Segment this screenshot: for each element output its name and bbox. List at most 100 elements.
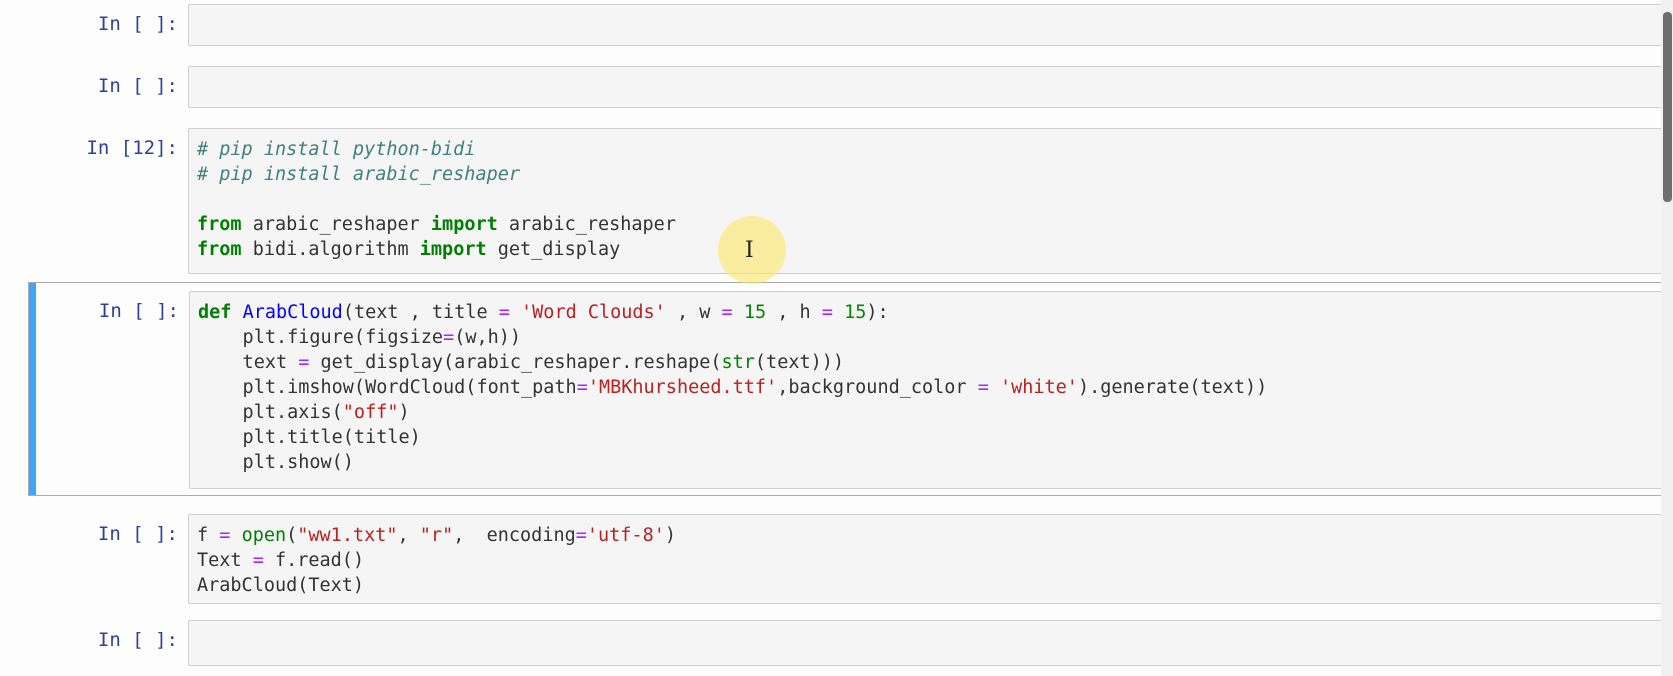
code-input-area[interactable] [188,66,1664,108]
code-editor[interactable]: def ArabCloud(text , title = 'Word Cloud… [190,292,1662,475]
code-token: def [198,302,232,323]
code-token: = [219,525,231,546]
code-cell[interactable]: In [ ]: def ArabCloud(text , title = 'Wor… [28,282,1664,496]
code-input-area[interactable] [188,4,1664,46]
code-token: 'white' [999,377,1078,398]
code-token: open [241,525,287,546]
code-line: plt.imshow(WordCloud(font_path='MBKhursh… [198,375,1662,400]
code-token: 15 [743,302,767,323]
code-token: ,background_color [777,377,978,398]
code-token: 'utf-8' [586,525,665,546]
code-token: f [197,525,220,546]
code-token: (text))) [754,352,845,373]
code-token: from [197,239,242,260]
code-token: arabic_reshaper [497,214,676,235]
code-token: f.read() [263,550,365,571]
code-token: , [397,525,420,546]
code-token: import [419,239,487,260]
code-cell[interactable]: In [ ]: [28,616,1664,676]
code-token: get_display(arabic_reshaper.reshape( [309,352,722,373]
code-token: = [443,327,455,348]
code-line: f = open("ww1.txt", "r", encoding='utf-8… [197,523,1663,548]
code-token: plt.axis( [198,402,343,423]
code-token: 'MBKhursheed.ttf' [587,377,778,398]
code-input-area[interactable]: # pip install python-bidi # pip install a… [188,128,1664,274]
code-line: plt.show() [198,450,1662,475]
code-editor[interactable]: # pip install python-bidi # pip install a… [189,129,1663,262]
code-token: # pip install python-bidi [197,139,476,160]
code-editor[interactable] [189,621,1663,629]
code-input-area[interactable] [188,620,1664,666]
code-line: text = get_display(arabic_reshaper.resha… [198,350,1662,375]
code-token: plt.title(title) [198,427,421,448]
code-token: bidi.algorithm [241,239,420,260]
code-token: ArabCloud [242,302,343,323]
code-token: = [298,352,310,373]
code-token: ).generate(text)) [1077,377,1268,398]
code-token: plt.imshow(WordCloud(font_path [198,377,577,398]
code-token: = [821,302,833,323]
code-token: = [977,377,989,398]
code-token: (text , title [342,302,499,323]
input-prompt: In [ ]: [97,75,178,97]
code-line: # pip install python-bidi [197,137,1663,162]
code-token: = [576,377,588,398]
input-prompt: In [12]: [86,137,178,159]
vertical-scrollbar[interactable] [1661,0,1673,676]
code-token: plt.show() [198,452,354,473]
code-token: 15 [844,302,867,323]
code-cell[interactable]: In [ ]: f = open("ww1.txt", "r", encoding… [28,510,1664,604]
code-line: plt.axis("off") [198,400,1662,425]
code-token: "ww1.txt" [297,525,398,546]
scrollbar-thumb[interactable] [1663,12,1672,202]
code-token: arabic_reshaper [241,214,431,235]
code-line: from arabic_reshaper import arabic_resha… [197,212,1663,237]
input-prompt: In [ ]: [98,300,179,322]
input-prompt: In [ ]: [97,13,178,35]
code-input-area[interactable]: f = open("ww1.txt", "r", encoding='utf-8… [188,514,1664,604]
code-token: get_display [486,239,621,260]
code-token: # pip install arabic_reshaper [197,164,521,185]
code-line: from bidi.algorithm import get_display [197,237,1663,262]
code-token: plt.figure(figsize [198,327,444,348]
input-prompt: In [ ]: [97,629,178,651]
code-input-area[interactable]: def ArabCloud(text , title = 'Word Cloud… [189,291,1663,489]
code-token: ): [866,302,889,323]
code-line: # pip install arabic_reshaper [197,162,1663,187]
code-line: def ArabCloud(text , title = 'Word Cloud… [198,300,1662,325]
code-token: str [721,352,755,373]
code-token: ) [664,525,676,546]
code-token: = [721,302,733,323]
code-token: = [252,550,264,571]
code-token: = [575,525,587,546]
notebook: In [ ]: In [ ]: In [12]: # pip install pyth… [0,0,1673,676]
code-line: Text = f.read() [197,548,1663,573]
code-editor[interactable]: f = open("ww1.txt", "r", encoding='utf-8… [189,515,1663,598]
code-cell[interactable]: In [12]: # pip install python-bidi # pip i… [28,124,1664,274]
code-token: , h [766,302,822,323]
code-token: , encoding [453,525,576,546]
code-editor[interactable] [189,5,1663,13]
input-prompt: In [ ]: [97,523,178,545]
code-token: ( [286,525,298,546]
code-token: text [198,352,299,373]
code-token: import [430,214,498,235]
code-cell[interactable]: In [ ]: [28,62,1664,108]
code-editor[interactable] [189,67,1663,75]
code-token: "off" [342,402,399,423]
code-token: "r" [419,525,454,546]
code-token: (w,h)) [454,327,522,348]
code-token: , w [665,302,722,323]
text-cursor-icon: I [745,238,754,263]
code-token: = [498,302,510,323]
code-token: Text [197,550,253,571]
code-cell[interactable]: In [ ]: [28,0,1664,48]
code-token: 'Word Clouds' [521,302,666,323]
code-line: ArabCloud(Text) [197,573,1663,598]
